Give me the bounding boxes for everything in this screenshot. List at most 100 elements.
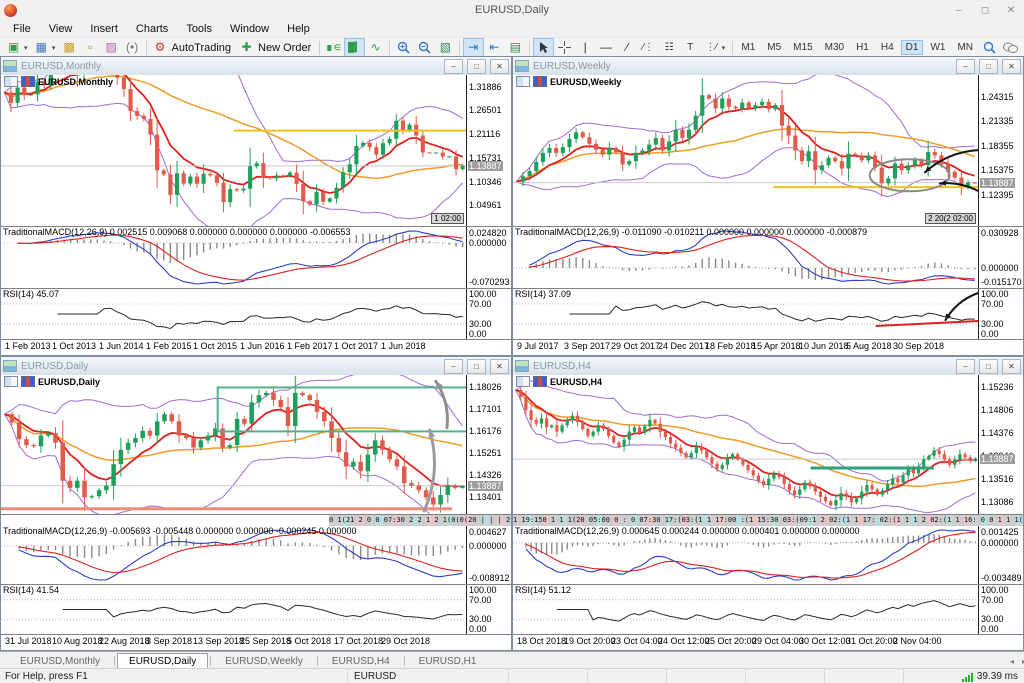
timeframe-m15[interactable]: M15	[788, 40, 817, 55]
autotrading-icon[interactable]: ⚙	[150, 38, 171, 57]
tile-windows-icon[interactable]: ▧	[435, 38, 456, 57]
menu-charts[interactable]: Charts	[127, 22, 177, 36]
chart-close-button[interactable]: ✕	[490, 59, 509, 74]
chart-tab-eurusd-daily[interactable]: EURUSD,Daily	[117, 653, 208, 669]
market-watch-icon[interactable]: ▩	[59, 38, 80, 57]
chart-restore-button[interactable]: □	[467, 59, 486, 74]
chart-window-weekly[interactable]: EURUSD,Weekly – □ ✕ EURUSD,Weekly 2 20(2…	[512, 56, 1024, 356]
arrows-icon[interactable]: ⋮∕	[701, 38, 722, 57]
grid-icon[interactable]: ☷	[659, 38, 680, 57]
line-chart-icon[interactable]: ∿	[365, 38, 386, 57]
current-price-tag: 1.13887	[980, 178, 1015, 188]
zoom-out-icon[interactable]	[414, 38, 435, 57]
chart-tab-eurusd-weekly[interactable]: EURUSD,Weekly	[213, 653, 315, 669]
chart-restore-button[interactable]: □	[979, 359, 998, 374]
menu-insert[interactable]: Insert	[81, 22, 127, 36]
chat-icon[interactable]	[1000, 38, 1021, 57]
macd-pane[interactable]: TraditionalMACD(12,26,9) -0.005693 -0.00…	[1, 526, 511, 585]
chart-window-h4[interactable]: EURUSD,H4 – □ ✕ EURUSD,H4 1.152361.14806…	[512, 356, 1024, 651]
tab-divider	[404, 656, 405, 666]
chart-close-button[interactable]: ✕	[490, 359, 509, 374]
data-window-icon[interactable]: ▫	[80, 38, 101, 57]
chart-toggle-icon[interactable]	[516, 76, 530, 87]
chart-close-button[interactable]: ✕	[1002, 359, 1021, 374]
price-chart-pane[interactable]: EURUSD,Monthly 1 02:00 1.318861.265011.2…	[1, 75, 511, 227]
indicators-icon[interactable]: ▤	[505, 38, 526, 57]
price-chart-pane[interactable]: EURUSD,Daily 1.180261.171011.161761.1525…	[1, 375, 511, 515]
timeframe-w1[interactable]: W1	[925, 40, 950, 55]
zoom-in-icon[interactable]	[393, 38, 414, 57]
new-chart-dropdown-icon[interactable]: ▾	[24, 44, 31, 52]
macd-pane[interactable]: TraditionalMACD(12,26,9) 0.000645 0.0002…	[513, 526, 1023, 585]
text-label-icon[interactable]: T	[680, 38, 701, 57]
chart-toggle-icon[interactable]	[516, 376, 530, 387]
chart-window-titlebar[interactable]: EURUSD,Daily – □ ✕	[1, 357, 511, 375]
tab-scroll-left-icon[interactable]: ◂	[1010, 657, 1014, 666]
ohlc-toggle-icon[interactable]	[533, 76, 547, 87]
chart-window-daily[interactable]: EURUSD,Daily – □ ✕ EURUSD,Daily 1.180261…	[0, 356, 512, 651]
search-icon[interactable]	[979, 38, 1000, 57]
menu-window[interactable]: Window	[221, 22, 278, 36]
trendline-icon[interactable]: ∕	[617, 38, 638, 57]
ohlc-toggle-icon[interactable]	[21, 376, 35, 387]
chart-minimize-button[interactable]: –	[956, 359, 975, 374]
chart-toggle-icon[interactable]	[4, 376, 18, 387]
autotrading-label[interactable]: AutoTrading	[172, 42, 232, 54]
chart-tab-eurusd-monthly[interactable]: EURUSD,Monthly	[8, 653, 112, 669]
price-chart-pane[interactable]: EURUSD,H4 1.152361.148061.143761.139461.…	[513, 375, 1023, 515]
arrows-dropdown-icon[interactable]: ▾	[722, 44, 729, 52]
chart-toggle-icon[interactable]	[4, 76, 18, 87]
price-chart-pane[interactable]: EURUSD,Weekly 2 20(2 02:00 1.243151.2133…	[513, 75, 1023, 227]
chart-window-titlebar[interactable]: EURUSD,H4 – □ ✕	[513, 357, 1023, 375]
broadcast-icon[interactable]: (•)	[122, 38, 143, 57]
profiles-icon[interactable]: ▦	[31, 38, 52, 57]
horizontal-line-icon[interactable]: —	[596, 38, 617, 57]
timeframe-m5[interactable]: M5	[762, 40, 786, 55]
crosshair-icon[interactable]	[554, 38, 575, 57]
chart-window-monthly[interactable]: EURUSD,Monthly – □ ✕ EURUSD,Monthly 1 02…	[0, 56, 512, 356]
chart-close-button[interactable]: ✕	[1002, 59, 1021, 74]
new-chart-icon[interactable]: ▣	[3, 38, 24, 57]
auto-scroll-icon[interactable]: ⇥	[463, 38, 484, 57]
macd-pane[interactable]: TraditionalMACD(12,26,9) 0.002515 0.0090…	[1, 227, 511, 289]
window-maximize-button[interactable]: ◻	[972, 1, 998, 19]
new-order-label[interactable]: New Order	[258, 42, 311, 54]
ohlc-toggle-icon[interactable]	[533, 376, 547, 387]
timeframe-m30[interactable]: M30	[820, 40, 849, 55]
chart-tab-eurusd-h1[interactable]: EURUSD,H1	[407, 653, 489, 669]
bar-chart-icon[interactable]: ∎∊	[323, 38, 344, 57]
chart-minimize-button[interactable]: –	[444, 359, 463, 374]
timeframe-d1[interactable]: D1	[901, 40, 924, 55]
chart-tab-eurusd-h4[interactable]: EURUSD,H4	[320, 653, 402, 669]
macd-pane[interactable]: TraditionalMACD(12,26,9) -0.011090 -0.01…	[513, 227, 1023, 289]
timeframe-h4[interactable]: H4	[876, 40, 899, 55]
chart-shift-icon[interactable]: ⇤	[484, 38, 505, 57]
chart-minimize-button[interactable]: –	[956, 59, 975, 74]
rsi-pane[interactable]: RSI(14) 37.09 100.0070.0030.000.00	[513, 289, 1023, 340]
cursor-icon[interactable]	[533, 38, 554, 57]
rsi-pane[interactable]: RSI(14) 41.54 100.0070.0030.000.00	[1, 585, 511, 635]
chart-window-titlebar[interactable]: EURUSD,Weekly – □ ✕	[513, 57, 1023, 75]
menu-file[interactable]: File	[4, 22, 40, 36]
chart-restore-button[interactable]: □	[467, 359, 486, 374]
menu-tools[interactable]: Tools	[177, 22, 221, 36]
timeframe-mn[interactable]: MN	[952, 40, 978, 55]
rsi-pane[interactable]: RSI(14) 45.07 100.0070.0030.000.00	[1, 289, 511, 340]
window-close-button[interactable]: ✕	[998, 1, 1024, 19]
rsi-pane[interactable]: RSI(14) 51.12 100.0070.0030.000.00	[513, 585, 1023, 635]
timeframe-m1[interactable]: M1	[736, 40, 760, 55]
fibonacci-icon[interactable]: ∕⋮	[638, 38, 659, 57]
profiles-dropdown-icon[interactable]: ▾	[52, 44, 59, 52]
chart-window-titlebar[interactable]: EURUSD,Monthly – □ ✕	[1, 57, 511, 75]
new-order-icon[interactable]: ✚	[236, 38, 257, 57]
menu-help[interactable]: Help	[278, 22, 319, 36]
navigator-icon[interactable]: ▨	[101, 38, 122, 57]
window-minimize-button[interactable]: –	[946, 1, 972, 19]
timeframe-h1[interactable]: H1	[851, 40, 874, 55]
ohlc-toggle-icon[interactable]	[21, 76, 35, 87]
vertical-line-icon[interactable]: |	[575, 38, 596, 57]
candlestick-chart-icon[interactable]: █▍	[344, 38, 365, 57]
chart-minimize-button[interactable]: –	[444, 59, 463, 74]
menu-view[interactable]: View	[40, 22, 82, 36]
chart-restore-button[interactable]: □	[979, 59, 998, 74]
